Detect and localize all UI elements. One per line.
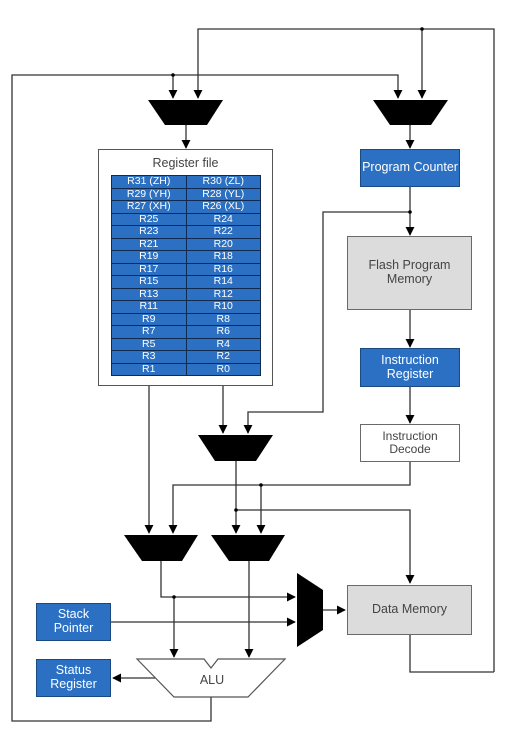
register-cell: R10 bbox=[185, 300, 261, 314]
wire-leftmux-to-addrmux bbox=[160, 561, 296, 602]
register-cell: R30 (ZL) bbox=[185, 175, 261, 189]
data-memory: Data Memory bbox=[347, 585, 472, 635]
register-row: R31 (ZH) R30 (ZL) bbox=[111, 175, 261, 189]
register-row: R13 R12 bbox=[111, 287, 261, 301]
register-row: R15 R14 bbox=[111, 275, 261, 289]
mux-alu-left bbox=[124, 535, 198, 561]
register-table: R31 (ZH) R30 (ZL) R29 (YH) R28 (YL) R27 (XH)… bbox=[111, 175, 261, 376]
register-cell: R25 bbox=[111, 212, 187, 226]
instruction-register: Instruction Register bbox=[360, 348, 460, 387]
register-cell: R21 bbox=[111, 237, 187, 251]
wire-decode-out bbox=[168, 461, 411, 534]
mux-alu-right bbox=[211, 535, 285, 561]
register-cell: R18 bbox=[185, 250, 261, 264]
register-cell: R23 bbox=[111, 225, 187, 239]
register-row: R19 R18 bbox=[111, 250, 261, 264]
register-cell: R6 bbox=[185, 325, 261, 339]
register-cell: R8 bbox=[185, 312, 261, 326]
register-cell: R17 bbox=[111, 262, 187, 276]
register-cell: R19 bbox=[111, 250, 187, 264]
register-file: Register file R31 (ZH) R30 (ZL) R29 (YH) R2… bbox=[98, 149, 273, 386]
register-cell: R11 bbox=[111, 300, 187, 314]
mux-register-input bbox=[148, 100, 223, 125]
stack-pointer: Stack Pointer bbox=[36, 603, 111, 641]
register-row: R9 R8 bbox=[111, 312, 261, 326]
junction-dot bbox=[172, 595, 176, 599]
register-cell: R3 bbox=[111, 350, 187, 364]
register-row: R25 R24 bbox=[111, 212, 261, 226]
junction-dot bbox=[408, 210, 412, 214]
register-cell: R12 bbox=[185, 287, 261, 301]
register-cell: R31 (ZH) bbox=[111, 175, 187, 189]
mux-program-counter bbox=[373, 100, 448, 125]
register-cell: R24 bbox=[185, 212, 261, 226]
register-cell: R15 bbox=[111, 275, 187, 289]
wire-datamem-out bbox=[409, 635, 494, 673]
junction-dot bbox=[234, 508, 238, 512]
register-row: R1 R0 bbox=[111, 362, 261, 376]
register-cell: R27 (XH) bbox=[111, 200, 187, 214]
register-cell: R2 bbox=[185, 350, 261, 364]
register-cell: R9 bbox=[111, 312, 187, 326]
register-cell: R1 bbox=[111, 362, 187, 376]
register-row: R3 R2 bbox=[111, 350, 261, 364]
register-cell: R14 bbox=[185, 275, 261, 289]
register-cell: R20 bbox=[185, 237, 261, 251]
register-row: R29 (YH) R28 (YL) bbox=[111, 187, 261, 201]
register-cell: R7 bbox=[111, 325, 187, 339]
register-cell: R5 bbox=[111, 337, 187, 351]
register-row: R21 R20 bbox=[111, 237, 261, 251]
register-row: R23 R22 bbox=[111, 225, 261, 239]
register-cell: R16 bbox=[185, 262, 261, 276]
junction-dot bbox=[171, 73, 175, 77]
mux-middle bbox=[198, 435, 273, 461]
register-row: R11 R10 bbox=[111, 300, 261, 314]
alu-label: ALU bbox=[199, 673, 225, 687]
register-cell: R13 bbox=[111, 287, 187, 301]
instruction-decode: Instruction Decode bbox=[360, 424, 460, 462]
register-cell: R26 (XL) bbox=[185, 200, 261, 214]
register-row: R5 R4 bbox=[111, 337, 261, 351]
register-row: R17 R16 bbox=[111, 262, 261, 276]
register-cell: R29 (YH) bbox=[111, 187, 187, 201]
flash-program-memory: Flash Program Memory bbox=[347, 236, 472, 310]
register-row: R27 (XH) R26 (XL) bbox=[111, 200, 261, 214]
register-cell: R4 bbox=[185, 337, 261, 351]
register-cell: R0 bbox=[185, 362, 261, 376]
program-counter: Program Counter bbox=[360, 149, 460, 187]
register-cell: R28 (YL) bbox=[185, 187, 261, 201]
register-file-title: Register file bbox=[152, 156, 219, 170]
register-cell: R22 bbox=[185, 225, 261, 239]
junction-dot bbox=[259, 483, 263, 487]
junction-dot bbox=[420, 27, 424, 31]
mux-address bbox=[297, 573, 323, 647]
status-register: Status Register bbox=[36, 659, 111, 697]
register-row: R7 R6 bbox=[111, 325, 261, 339]
